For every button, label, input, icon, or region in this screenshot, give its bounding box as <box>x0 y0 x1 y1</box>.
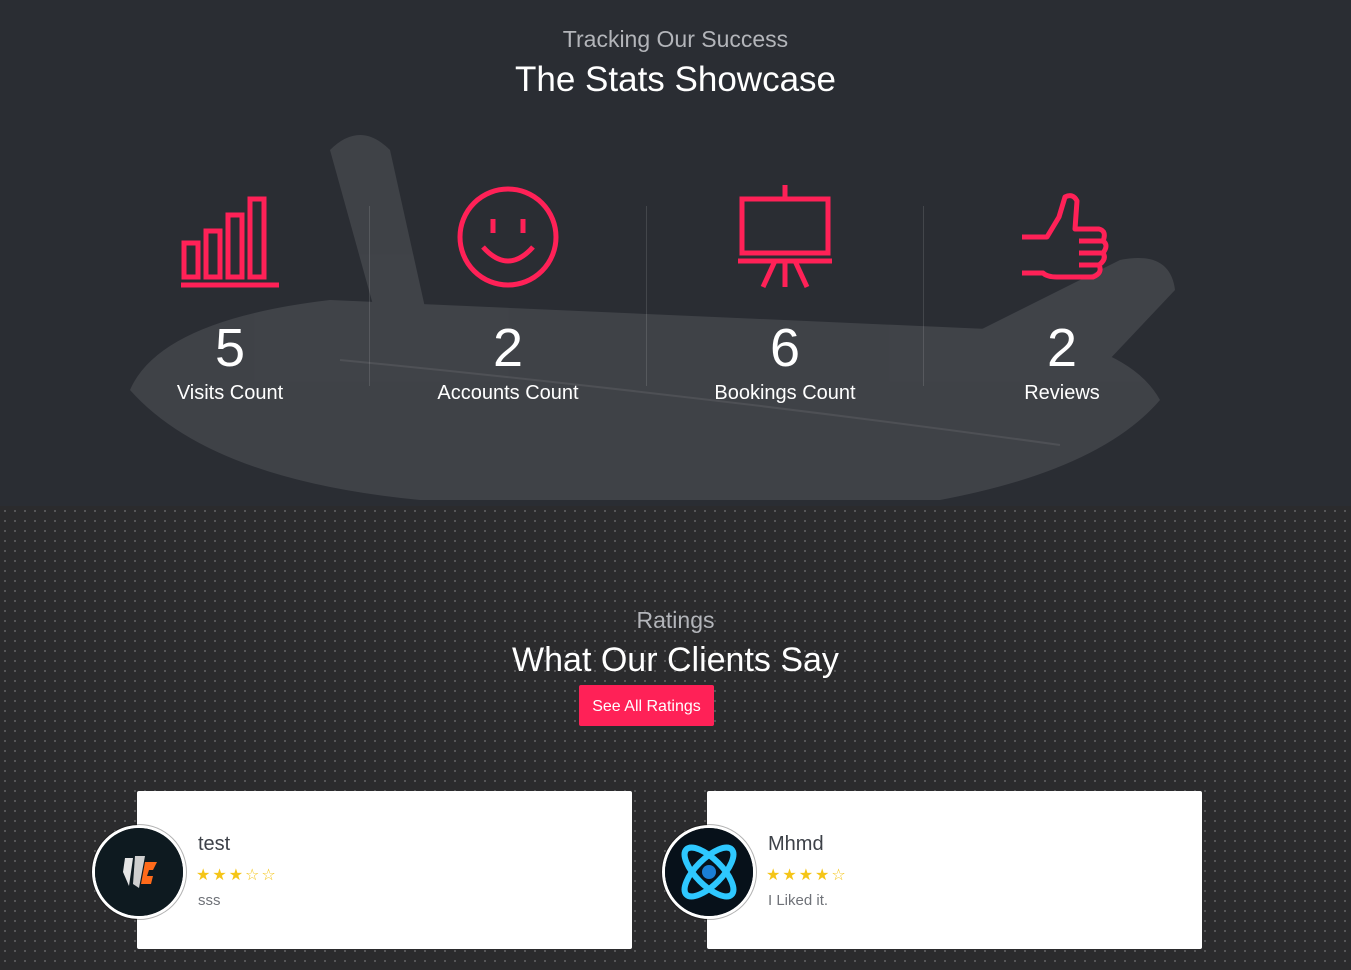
see-all-ratings-button[interactable]: See All Ratings <box>579 685 714 726</box>
stat-label: Accounts Count <box>437 382 579 404</box>
stat-label: Visits Count <box>176 382 284 404</box>
thumbs-up-icon <box>1022 193 1109 280</box>
review-comment: sss <box>198 892 221 909</box>
atom-logo-avatar-icon <box>665 828 753 916</box>
bar-chart-icon <box>181 196 279 288</box>
review-card: Mhmd ★★★★☆ I Liked it. <box>662 791 1202 949</box>
reviewer-name: Mhmd <box>768 833 824 855</box>
stat-value: 5 <box>214 318 246 378</box>
stat-label: Bookings Count <box>714 382 856 404</box>
smiley-icon <box>457 186 559 288</box>
review-comment: I Liked it. <box>768 892 829 909</box>
stat-bookings: 6 Bookings Count <box>646 178 924 405</box>
avatar <box>92 825 186 919</box>
stats-title: The Stats Showcase <box>515 60 836 99</box>
avatar <box>662 825 756 919</box>
stat-value: 6 <box>769 318 801 378</box>
presentation-board-icon <box>738 185 832 289</box>
review-card: test ★★★☆☆ sss <box>92 791 632 949</box>
stats-section: Tracking Our Success The Stats Showcase … <box>0 0 1351 506</box>
reviewer-name: test <box>198 833 231 855</box>
stat-value: 2 <box>1046 318 1078 378</box>
ratings-section: Ratings What Our Clients Say See All Rat… <box>0 506 1351 970</box>
stat-value: 2 <box>492 318 524 378</box>
stat-label: Reviews <box>1024 382 1100 404</box>
stats-eyebrow: Tracking Our Success <box>562 26 789 52</box>
gaming-logo-avatar-icon <box>95 828 183 916</box>
ratings-eyebrow: Ratings <box>636 607 715 633</box>
ratings-title: What Our Clients Say <box>512 641 839 679</box>
rating-stars: ★★★☆☆ <box>196 865 278 884</box>
stat-accounts: 2 Accounts Count <box>369 178 647 405</box>
stat-visits: 5 Visits Count <box>91 178 369 405</box>
rating-stars: ★★★★☆ <box>766 865 848 884</box>
stat-reviews: 2 Reviews <box>923 178 1201 405</box>
